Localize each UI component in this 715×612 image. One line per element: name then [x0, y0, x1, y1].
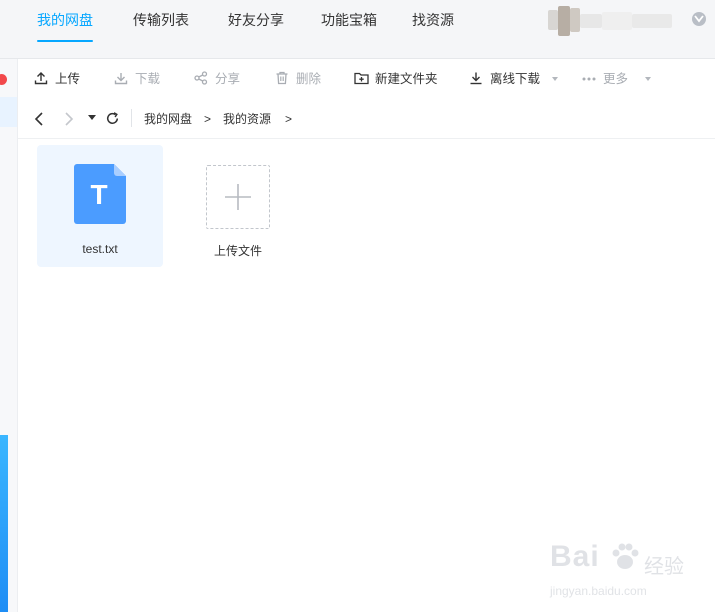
history-dropdown-icon[interactable]	[88, 115, 96, 121]
refresh-icon[interactable]	[105, 111, 120, 126]
left-sidebar	[0, 59, 18, 612]
download-label: 下载	[135, 72, 161, 86]
new-folder-label: 新建文件夹	[375, 72, 438, 86]
forward-arrow-icon[interactable]	[64, 111, 74, 127]
share-label: 分享	[215, 72, 241, 86]
notification-dot	[0, 74, 7, 85]
file-type-letter: T	[90, 179, 107, 210]
watermark-url: jingyan.baidu.com	[550, 584, 647, 598]
new-folder-button[interactable]: 新建文件夹	[354, 59, 442, 99]
new-folder-icon	[354, 72, 369, 85]
trash-icon	[276, 71, 288, 85]
more-dots-icon	[582, 77, 596, 81]
watermark-brand-zh: 经验	[644, 556, 684, 578]
top-nav: 我的网盘 传输列表 好友分享 功能宝箱 找资源	[0, 0, 715, 59]
baidu-jingyan-watermark: Bai 经验 jingyan.baidu.com	[548, 536, 715, 612]
breadcrumb-divider	[131, 109, 132, 127]
breadcrumb-separator: >	[285, 112, 293, 126]
breadcrumb-separator: >	[204, 112, 212, 126]
offline-download-button[interactable]: 离线下载	[469, 59, 561, 99]
share-button[interactable]: 分享	[194, 59, 244, 99]
download-button[interactable]: 下载	[114, 59, 164, 99]
toolbar: 上传 下载 分享 删除 新建文件夹 离线下载 更多	[18, 59, 715, 99]
file-item-test-txt[interactable]: T test.txt	[37, 145, 163, 267]
breadcrumb-item-my-resources[interactable]: 我的资源	[223, 100, 271, 138]
offline-download-caret-icon[interactable]	[552, 77, 558, 81]
more-label: 更多	[603, 72, 629, 86]
paw-logo-icon	[612, 543, 639, 569]
upload-file-label: 上传文件	[213, 244, 262, 258]
upload-file-tile[interactable]: 上传文件	[191, 145, 285, 267]
tab-my-netdisk[interactable]: 我的网盘	[37, 0, 93, 58]
sidebar-selected-item[interactable]	[0, 97, 17, 127]
share-icon	[194, 71, 208, 85]
upload-button[interactable]: 上传	[34, 59, 84, 99]
watermark-brand: Bai	[550, 540, 600, 573]
sidebar-banner[interactable]	[0, 435, 8, 612]
tab-friend-share[interactable]: 好友分享	[228, 0, 284, 58]
delete-button[interactable]: 删除	[275, 59, 325, 99]
download-icon	[114, 73, 128, 85]
offline-download-icon	[470, 72, 482, 85]
offline-download-label: 离线下载	[490, 72, 541, 86]
upload-icon	[34, 72, 48, 85]
breadcrumb-bar: 我的网盘 > 我的资源 >	[18, 100, 715, 139]
plus-icon	[225, 184, 251, 210]
breadcrumb-item-my-netdisk[interactable]: 我的网盘	[144, 100, 192, 138]
file-name: test.txt	[82, 242, 118, 256]
tab-transfer-list[interactable]: 传输列表	[133, 0, 189, 58]
upload-dropzone[interactable]	[206, 165, 270, 229]
delete-label: 删除	[296, 72, 322, 86]
user-menu-chevron-icon[interactable]	[692, 12, 706, 26]
text-file-icon: T	[74, 164, 126, 224]
back-arrow-icon[interactable]	[34, 111, 44, 127]
tab-find-resources[interactable]: 找资源	[412, 0, 454, 58]
more-caret-icon[interactable]	[645, 77, 651, 81]
tab-feature-box[interactable]: 功能宝箱	[321, 0, 377, 58]
upload-label: 上传	[55, 72, 81, 86]
user-profile[interactable]	[548, 6, 708, 40]
more-button[interactable]: 更多	[582, 59, 654, 99]
